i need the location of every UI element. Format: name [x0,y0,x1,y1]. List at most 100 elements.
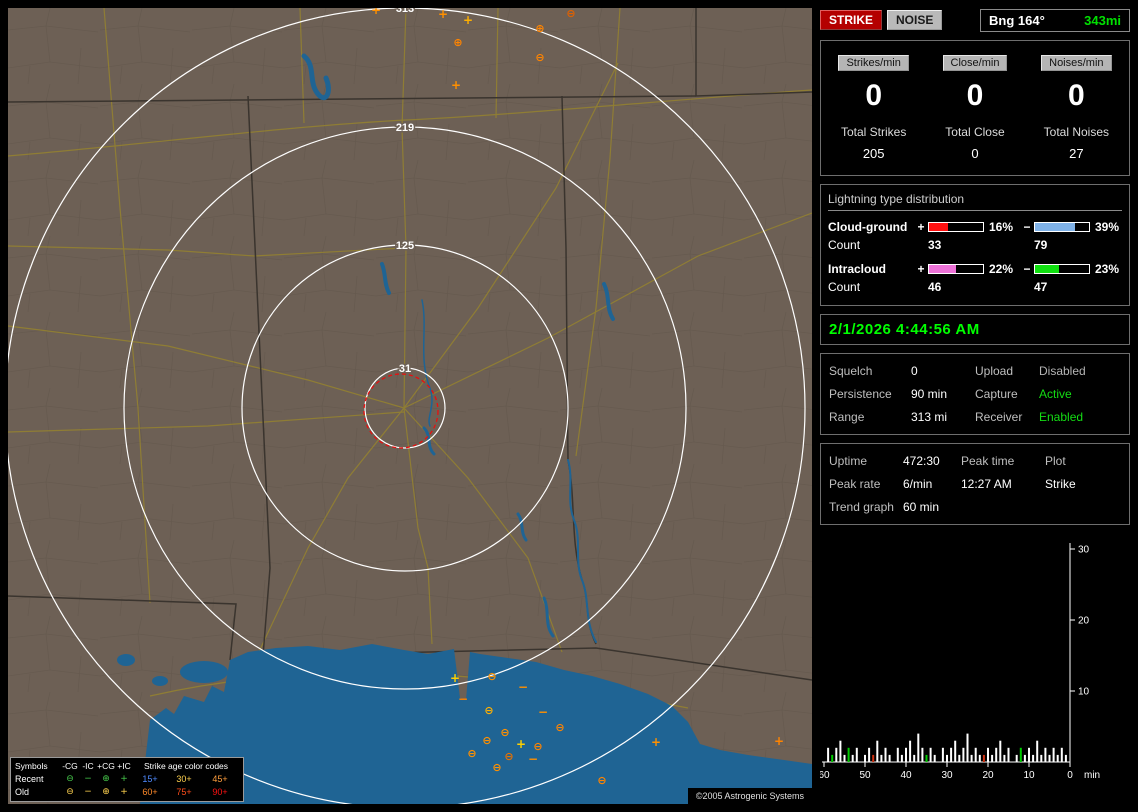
strike-symbol: − [518,680,528,694]
svg-text:0: 0 [1067,770,1073,781]
strike-symbol: ⊖ [597,774,606,787]
upload-label: Upload [975,364,1039,378]
cg-negative-bar-fill [1035,223,1075,231]
ic-positive-percent: 22% [986,262,1020,276]
legend-grid: Symbols-CG-IC+CG+ICStrike age color code… [15,760,239,799]
panel-top-bar: STRIKE NOISE Bng 164° 343mi [820,8,1130,32]
legend-age-code: 30+ [167,773,201,786]
svg-text:20: 20 [982,770,994,781]
legend-strike-symbol: + [115,786,133,799]
svg-text:40: 40 [900,770,912,781]
strike-symbol: ⊖ [500,726,509,739]
legend-strike-symbol: ⊖ [61,786,79,799]
intracloud-row: Intracloud + 22% − 23% [828,262,1122,276]
strike-symbol: ⊖ [467,747,476,760]
strike-symbol: ⊕ [535,22,544,35]
range-setting-value: 313 mi [911,410,975,424]
strike-toggle-button[interactable]: STRIKE [820,10,882,30]
svg-text:50: 50 [859,770,871,781]
datetime-readout: 2/1/2026 4:44:56 AM [829,321,980,338]
peak-time-value: 12:27 AM [961,477,1045,491]
strikes-per-min-value: 0 [823,79,924,113]
cg-negative-count: 79 [1034,238,1122,252]
bearing-range-readout: Bng 164° 343mi [980,9,1130,32]
cloud-ground-row: Cloud-ground + 16% − 39% [828,220,1122,234]
lightning-map[interactable]: 31321912531 +++⊕⊖⊕⊖++⊖−−⊖−⊖⊖+⊖⊖⊖⊖−⊖⊖++ S… [8,8,812,804]
legend-strike-symbol: − [79,773,97,786]
capture-label: Capture [975,387,1039,401]
strike-symbol: ⊖ [566,8,575,20]
map-canvas[interactable]: 31321912531 +++⊕⊖⊕⊖++⊖−−⊖−⊖⊖+⊖⊖⊖⊖−⊖⊖++ [8,8,812,804]
strike-symbol: ⊖ [535,51,544,64]
total-strikes-value: 205 [823,146,924,161]
range-value: 343mi [1084,13,1121,28]
noise-toggle-button[interactable]: NOISE [887,10,942,30]
strike-symbol: ⊖ [504,750,513,763]
legend-col-label: +IC [115,760,133,773]
svg-text:10: 10 [1023,770,1035,781]
strike-symbol: ⊖ [484,704,493,717]
legend-age-code: 60+ [133,786,167,799]
minus-sign: − [1022,262,1032,276]
cg-negative-bar [1034,222,1090,232]
distribution-title: Lightning type distribution [828,192,1122,211]
uptime-value: 472:30 [903,454,961,468]
strike-symbol: ⊖ [482,734,491,747]
legend-strike-symbol: ⊖ [61,773,79,786]
svg-text:60: 60 [820,770,830,781]
svg-text:30: 30 [941,770,953,781]
intracloud-label: Intracloud [828,262,914,276]
svg-text:min: min [1084,770,1100,781]
plot-label: Plot [1045,454,1121,468]
legend-strike-symbol: ⊕ [97,773,115,786]
distribution-box: Lightning type distribution Cloud-ground… [820,184,1130,306]
uptime-label: Uptime [829,454,903,468]
legend-age-code: 90+ [201,786,239,799]
ic-positive-count: 46 [928,280,1034,294]
legend-strike-symbol: − [79,786,97,799]
total-close-value: 0 [924,146,1025,161]
total-noises-label: Total Noises [1026,125,1127,139]
strikes-rate-column: Strikes/min 0 Total Strikes 205 [823,53,924,161]
rates-box: Strikes/min 0 Total Strikes 205 Close/mi… [820,40,1130,176]
cg-positive-percent: 16% [986,220,1020,234]
peak-rate-value: 6/min [903,477,961,491]
strike-symbol: − [528,752,538,766]
plus-sign: + [916,262,926,276]
cg-negative-percent: 39% [1092,220,1122,234]
range-ring-label: 31 [399,363,411,375]
strike-symbol: − [538,705,548,719]
minus-sign: − [1022,220,1032,234]
strike-symbol: − [458,692,468,706]
strike-symbol: + [450,671,460,685]
upload-status: Disabled [1039,364,1121,378]
settings-box: Squelch 0 Upload Disabled Persistence 90… [820,353,1130,435]
strike-symbol: + [438,8,448,21]
legend-strike-symbol: + [115,773,133,786]
noises-per-min-label: Noises/min [1041,55,1111,71]
ic-positive-bar-fill [929,265,956,273]
svg-text:20: 20 [1078,616,1090,627]
map-legend: Symbols-CG-IC+CG+ICStrike age color code… [10,757,244,802]
clock-box: 2/1/2026 4:44:56 AM [820,314,1130,345]
receiver-status: Enabled [1039,410,1121,424]
legend-age-code: 45+ [201,773,239,786]
cg-positive-bar-fill [929,223,948,231]
trend-graph-canvas: 3020106050403020100min [820,537,1116,785]
legend-age-title: Strike age color codes [133,760,239,773]
receiver-label: Receiver [975,410,1039,424]
ic-negative-count: 47 [1034,280,1122,294]
noises-per-min-value: 0 [1026,79,1127,113]
squelch-label: Squelch [829,364,911,378]
strike-symbol: + [451,78,461,92]
plot-value: Strike [1045,477,1121,491]
total-strikes-label: Total Strikes [823,125,924,139]
peak-rate-label: Peak rate [829,477,903,491]
count-label: Count [828,238,928,252]
legend-col-label: -CG [61,760,79,773]
side-panel: STRIKE NOISE Bng 164° 343mi Strikes/min … [820,8,1130,804]
range-ring-label: 219 [396,122,414,134]
svg-text:10: 10 [1078,687,1090,698]
strike-symbol: + [651,735,661,749]
legend-row-label: Recent [15,773,61,786]
